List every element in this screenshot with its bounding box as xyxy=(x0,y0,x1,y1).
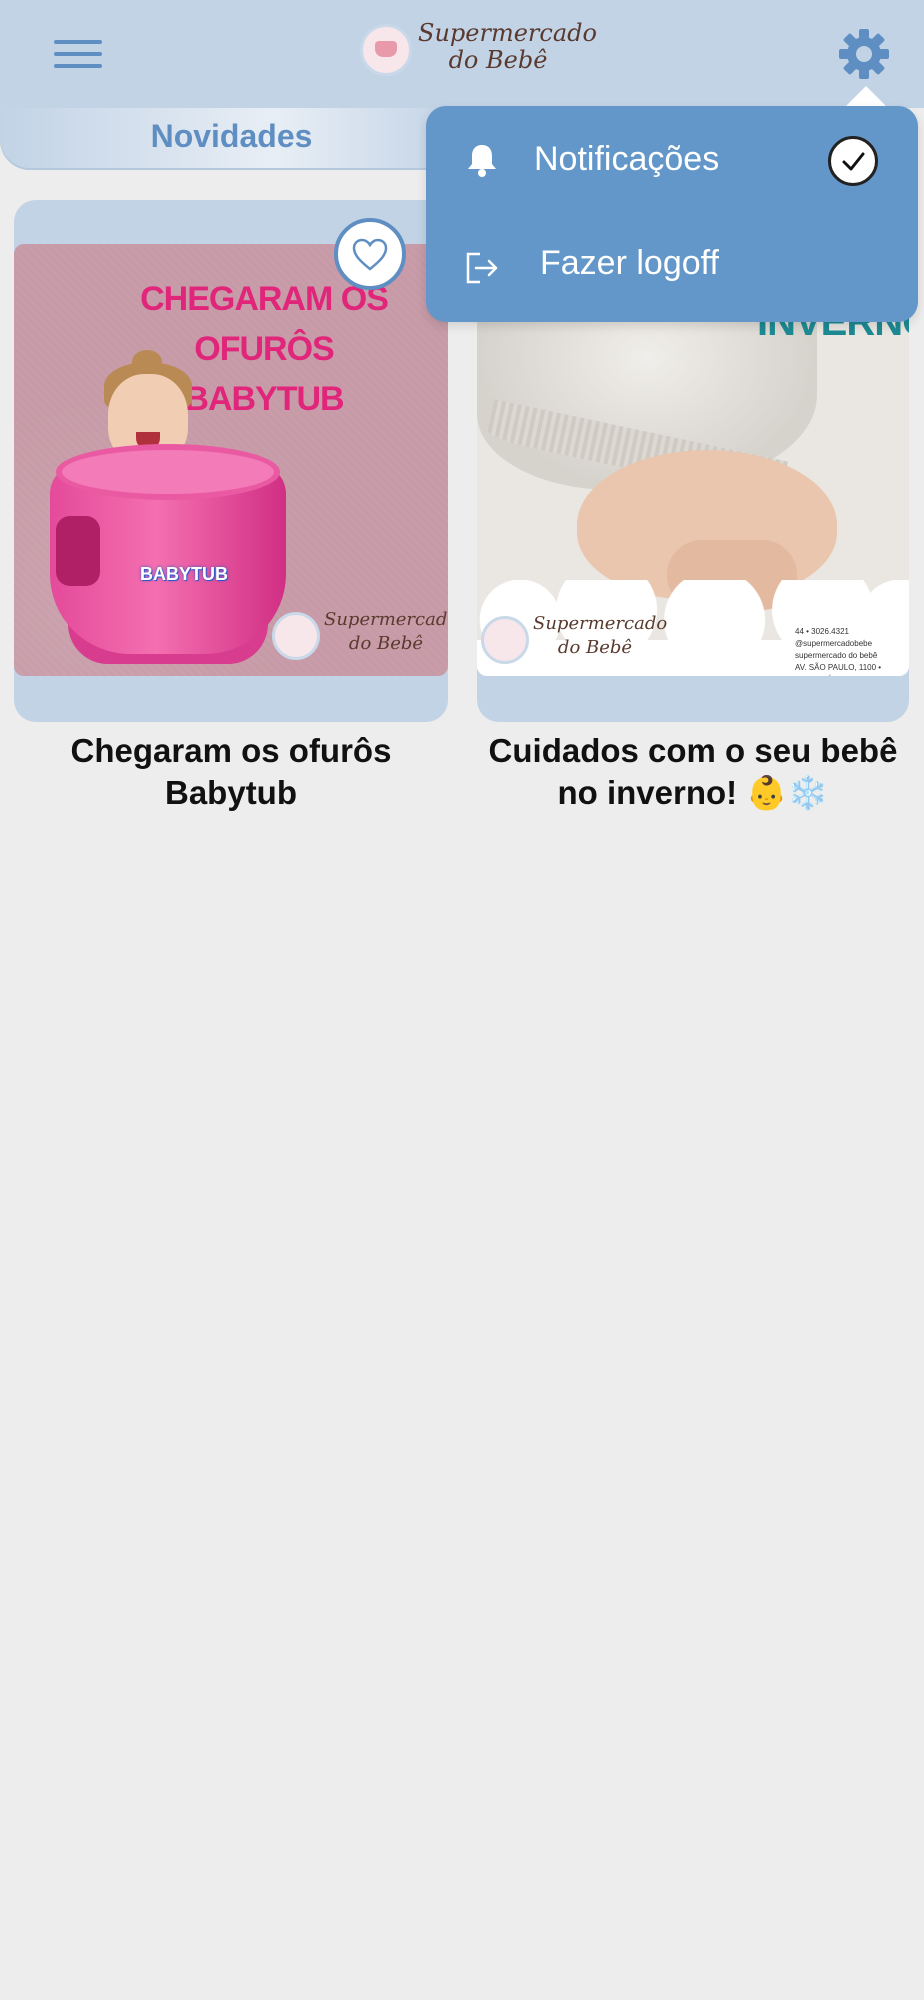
image-contacts: 44 • 3026.4321 @supermercadobebe superme… xyxy=(795,626,907,676)
gear-icon[interactable] xyxy=(836,26,892,82)
dropdown-pointer xyxy=(846,86,886,106)
menu-line xyxy=(54,52,102,56)
menu-item-logout[interactable]: Fazer logoff xyxy=(426,214,918,322)
menu-item-label: Notificações xyxy=(534,140,720,178)
contact-address: AV. SÃO PAULO, 1100 • MARINGÁ • PR xyxy=(795,663,882,676)
post-title[interactable]: Cuidados com o seu bebê no inverno! 👶❄️ xyxy=(477,730,909,814)
menu-item-label: Fazer logoff xyxy=(540,244,719,282)
tab-label: Novidades xyxy=(150,118,313,154)
notifications-toggle[interactable] xyxy=(828,136,878,186)
checkmark-icon xyxy=(842,152,865,171)
image-logo: Supermercado do Bebê xyxy=(272,606,448,666)
image-logo-line1: Supermercado xyxy=(533,613,668,634)
logo-text: Supermercado do Bebê xyxy=(418,19,597,74)
favorite-button[interactable] xyxy=(334,218,406,290)
post-image[interactable]: INVERNO Supermercado do Bebê 44 • 3026.4… xyxy=(477,300,909,676)
image-logo-line2: do Bebê xyxy=(557,637,633,658)
contact-phone: 44 • 3026.4321 xyxy=(795,627,849,636)
tub-rim xyxy=(56,444,280,500)
post-title[interactable]: Chegaram os ofurôs Babytub xyxy=(14,730,448,814)
logo-stroller-icon xyxy=(360,24,412,76)
menu-line xyxy=(54,40,102,44)
image-logo-line1: Supermercado xyxy=(324,609,448,630)
tab-novidades[interactable]: Novidades xyxy=(0,108,460,170)
settings-dropdown: Notificações Fazer logoff xyxy=(426,106,918,322)
logo-stroller-icon xyxy=(272,612,320,660)
image-logo-text: Supermercado do Bebê xyxy=(324,608,448,656)
logo-stroller-icon xyxy=(481,616,529,664)
image-logo-text: Supermercado do Bebê xyxy=(533,612,668,660)
heart-outline-icon xyxy=(352,238,388,271)
contact-facebook: supermercado do bebê xyxy=(795,651,878,660)
image-logo-line2: do Bebê xyxy=(348,633,424,654)
post-image[interactable]: CHEGARAM OS OFURÔS BABYTUB BABYTUB Super… xyxy=(14,244,448,676)
app-logo: Supermercado do Bebê xyxy=(360,20,597,84)
bathtub-illustration: BABYTUB xyxy=(50,444,286,674)
logout-icon xyxy=(462,248,502,288)
menu-line xyxy=(54,64,102,68)
app-header: Supermercado do Bebê xyxy=(0,0,924,108)
tub-handle xyxy=(56,516,100,586)
contact-instagram: @supermercadobebe xyxy=(795,639,873,648)
kid-bun xyxy=(132,350,162,374)
hamburger-menu-icon[interactable] xyxy=(50,34,108,74)
logo-line2: do Bebê xyxy=(448,46,548,74)
tub-brand: BABYTUB xyxy=(140,564,228,584)
image-headline-line1: CHEGARAM OS OFURÔS xyxy=(140,280,389,368)
menu-item-notifications[interactable]: Notificações xyxy=(426,106,918,214)
logo-line1: Supermercado xyxy=(418,19,597,47)
bell-icon xyxy=(462,140,502,180)
image-logo: Supermercado do Bebê xyxy=(481,610,667,670)
